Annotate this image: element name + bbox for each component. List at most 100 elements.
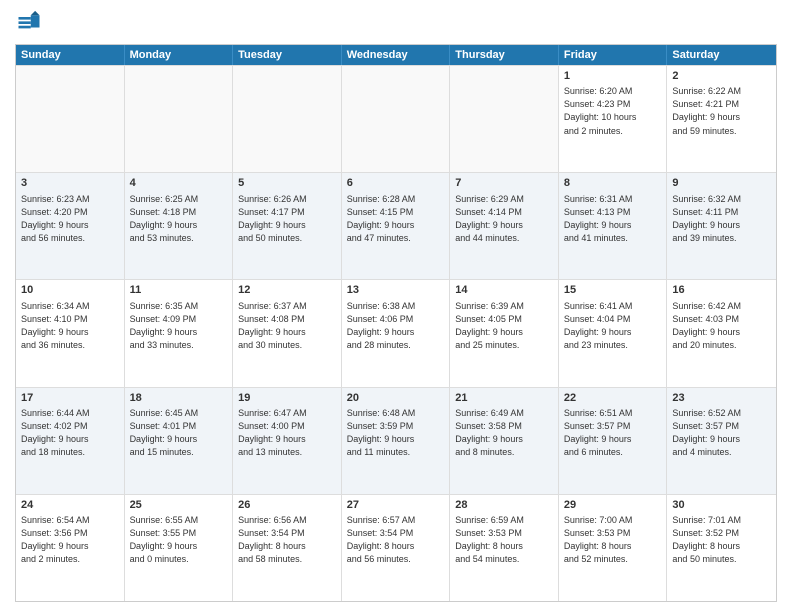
cal-cell: 29Sunrise: 7:00 AM Sunset: 3:53 PM Dayli… (559, 495, 668, 601)
day-info: Sunrise: 6:22 AM Sunset: 4:21 PM Dayligh… (672, 85, 771, 137)
cal-cell: 5Sunrise: 6:26 AM Sunset: 4:17 PM Daylig… (233, 173, 342, 279)
cal-cell (342, 66, 451, 172)
day-number: 12 (238, 283, 336, 298)
cal-cell: 23Sunrise: 6:52 AM Sunset: 3:57 PM Dayli… (667, 388, 776, 494)
week-row-0: 1Sunrise: 6:20 AM Sunset: 4:23 PM Daylig… (16, 65, 776, 172)
cal-cell: 28Sunrise: 6:59 AM Sunset: 3:53 PM Dayli… (450, 495, 559, 601)
day-number: 14 (455, 283, 553, 298)
day-info: Sunrise: 6:25 AM Sunset: 4:18 PM Dayligh… (130, 193, 228, 245)
cal-cell: 15 Sunrise: 6:41 AM Sunset: 4:04 PM Dayli… (559, 280, 668, 386)
cal-cell: 9 Sunrise: 6:32 AM Sunset: 4:11 PM Daylig… (667, 173, 776, 279)
day-info: Sunrise: 6:31 AM Sunset: 4:13 PM Dayligh… (564, 193, 662, 245)
day-info: Sunrise: 6:41 AM Sunset: 4:04 PM Dayligh… (564, 300, 662, 352)
day-info: Sunrise: 6:51 AM Sunset: 3:57 PM Dayligh… (564, 407, 662, 459)
day-number: 27 (347, 498, 445, 513)
header (15, 10, 777, 38)
cal-cell: 13 Sunrise: 6:38 AM Sunset: 4:06 PM Dayli… (342, 280, 451, 386)
day-number: 16 (672, 283, 771, 298)
header-day-monday: Monday (125, 45, 234, 65)
day-number: 3 (21, 176, 119, 191)
cal-cell: 26Sunrise: 6:56 AM Sunset: 3:54 PM Dayli… (233, 495, 342, 601)
cal-cell: 3 Sunrise: 6:23 AM Sunset: 4:20 PM Daylig… (16, 173, 125, 279)
day-info: Sunrise: 6:39 AM Sunset: 4:05 PM Dayligh… (455, 300, 553, 352)
day-info: Sunrise: 6:20 AM Sunset: 4:23 PM Dayligh… (564, 85, 662, 137)
day-number: 5 (238, 176, 336, 191)
day-number: 18 (130, 391, 228, 406)
day-info: Sunrise: 6:32 AM Sunset: 4:11 PM Dayligh… (672, 193, 771, 245)
day-info: Sunrise: 7:00 AM Sunset: 3:53 PM Dayligh… (564, 514, 662, 566)
cal-cell: 18Sunrise: 6:45 AM Sunset: 4:01 PM Dayli… (125, 388, 234, 494)
page: SundayMondayTuesdayWednesdayThursdayFrid… (0, 0, 792, 612)
calendar-header: SundayMondayTuesdayWednesdayThursdayFrid… (16, 45, 776, 65)
cal-cell: 25Sunrise: 6:55 AM Sunset: 3:55 PM Dayli… (125, 495, 234, 601)
day-info: Sunrise: 6:54 AM Sunset: 3:56 PM Dayligh… (21, 514, 119, 566)
cal-cell: 12 Sunrise: 6:37 AM Sunset: 4:08 PM Dayli… (233, 280, 342, 386)
cal-cell: 20Sunrise: 6:48 AM Sunset: 3:59 PM Dayli… (342, 388, 451, 494)
day-number: 11 (130, 283, 228, 298)
cal-cell: 14 Sunrise: 6:39 AM Sunset: 4:05 PM Dayli… (450, 280, 559, 386)
day-info: Sunrise: 6:29 AM Sunset: 4:14 PM Dayligh… (455, 193, 553, 245)
day-info: Sunrise: 6:55 AM Sunset: 3:55 PM Dayligh… (130, 514, 228, 566)
day-number: 28 (455, 498, 553, 513)
day-number: 13 (347, 283, 445, 298)
header-day-saturday: Saturday (667, 45, 776, 65)
day-number: 24 (21, 498, 119, 513)
day-number: 7 (455, 176, 553, 191)
cal-cell: 2Sunrise: 6:22 AM Sunset: 4:21 PM Daylig… (667, 66, 776, 172)
day-number: 2 (672, 69, 771, 84)
logo-icon (15, 10, 43, 38)
cal-cell (233, 66, 342, 172)
logo (15, 10, 47, 38)
cal-cell: 11 Sunrise: 6:35 AM Sunset: 4:09 PM Dayli… (125, 280, 234, 386)
cal-cell: 10 Sunrise: 6:34 AM Sunset: 4:10 PM Dayli… (16, 280, 125, 386)
day-number: 6 (347, 176, 445, 191)
day-info: Sunrise: 6:49 AM Sunset: 3:58 PM Dayligh… (455, 407, 553, 459)
cal-cell: 17Sunrise: 6:44 AM Sunset: 4:02 PM Dayli… (16, 388, 125, 494)
day-number: 8 (564, 176, 662, 191)
day-number: 9 (672, 176, 771, 191)
cal-cell: 16 Sunrise: 6:42 AM Sunset: 4:03 PM Dayli… (667, 280, 776, 386)
day-info: Sunrise: 6:52 AM Sunset: 3:57 PM Dayligh… (672, 407, 771, 459)
week-row-1: 3 Sunrise: 6:23 AM Sunset: 4:20 PM Daylig… (16, 172, 776, 279)
day-info: Sunrise: 6:34 AM Sunset: 4:10 PM Dayligh… (21, 300, 119, 352)
day-number: 25 (130, 498, 228, 513)
day-info: Sunrise: 6:45 AM Sunset: 4:01 PM Dayligh… (130, 407, 228, 459)
cal-cell: 4 Sunrise: 6:25 AM Sunset: 4:18 PM Daylig… (125, 173, 234, 279)
calendar-body: 1Sunrise: 6:20 AM Sunset: 4:23 PM Daylig… (16, 65, 776, 601)
cal-cell: 6 Sunrise: 6:28 AM Sunset: 4:15 PM Daylig… (342, 173, 451, 279)
cal-cell: 1Sunrise: 6:20 AM Sunset: 4:23 PM Daylig… (559, 66, 668, 172)
cal-cell: 7 Sunrise: 6:29 AM Sunset: 4:14 PM Daylig… (450, 173, 559, 279)
day-number: 20 (347, 391, 445, 406)
cal-cell: 24Sunrise: 6:54 AM Sunset: 3:56 PM Dayli… (16, 495, 125, 601)
header-day-thursday: Thursday (450, 45, 559, 65)
cal-cell: 8 Sunrise: 6:31 AM Sunset: 4:13 PM Daylig… (559, 173, 668, 279)
week-row-3: 17Sunrise: 6:44 AM Sunset: 4:02 PM Dayli… (16, 387, 776, 494)
week-row-4: 24Sunrise: 6:54 AM Sunset: 3:56 PM Dayli… (16, 494, 776, 601)
day-number: 22 (564, 391, 662, 406)
day-info: Sunrise: 6:28 AM Sunset: 4:15 PM Dayligh… (347, 193, 445, 245)
day-number: 17 (21, 391, 119, 406)
day-number: 30 (672, 498, 771, 513)
day-info: Sunrise: 6:23 AM Sunset: 4:20 PM Dayligh… (21, 193, 119, 245)
day-info: Sunrise: 6:56 AM Sunset: 3:54 PM Dayligh… (238, 514, 336, 566)
day-number: 19 (238, 391, 336, 406)
week-row-2: 10 Sunrise: 6:34 AM Sunset: 4:10 PM Dayli… (16, 279, 776, 386)
cal-cell: 27Sunrise: 6:57 AM Sunset: 3:54 PM Dayli… (342, 495, 451, 601)
day-info: Sunrise: 6:42 AM Sunset: 4:03 PM Dayligh… (672, 300, 771, 352)
day-number: 10 (21, 283, 119, 298)
calendar: SundayMondayTuesdayWednesdayThursdayFrid… (15, 44, 777, 602)
cal-cell (125, 66, 234, 172)
header-day-friday: Friday (559, 45, 668, 65)
day-number: 4 (130, 176, 228, 191)
day-info: Sunrise: 6:35 AM Sunset: 4:09 PM Dayligh… (130, 300, 228, 352)
header-day-tuesday: Tuesday (233, 45, 342, 65)
day-info: Sunrise: 6:59 AM Sunset: 3:53 PM Dayligh… (455, 514, 553, 566)
day-info: Sunrise: 6:47 AM Sunset: 4:00 PM Dayligh… (238, 407, 336, 459)
day-number: 15 (564, 283, 662, 298)
day-info: Sunrise: 6:48 AM Sunset: 3:59 PM Dayligh… (347, 407, 445, 459)
day-number: 21 (455, 391, 553, 406)
day-info: Sunrise: 6:37 AM Sunset: 4:08 PM Dayligh… (238, 300, 336, 352)
header-day-wednesday: Wednesday (342, 45, 451, 65)
day-info: Sunrise: 6:38 AM Sunset: 4:06 PM Dayligh… (347, 300, 445, 352)
day-number: 29 (564, 498, 662, 513)
